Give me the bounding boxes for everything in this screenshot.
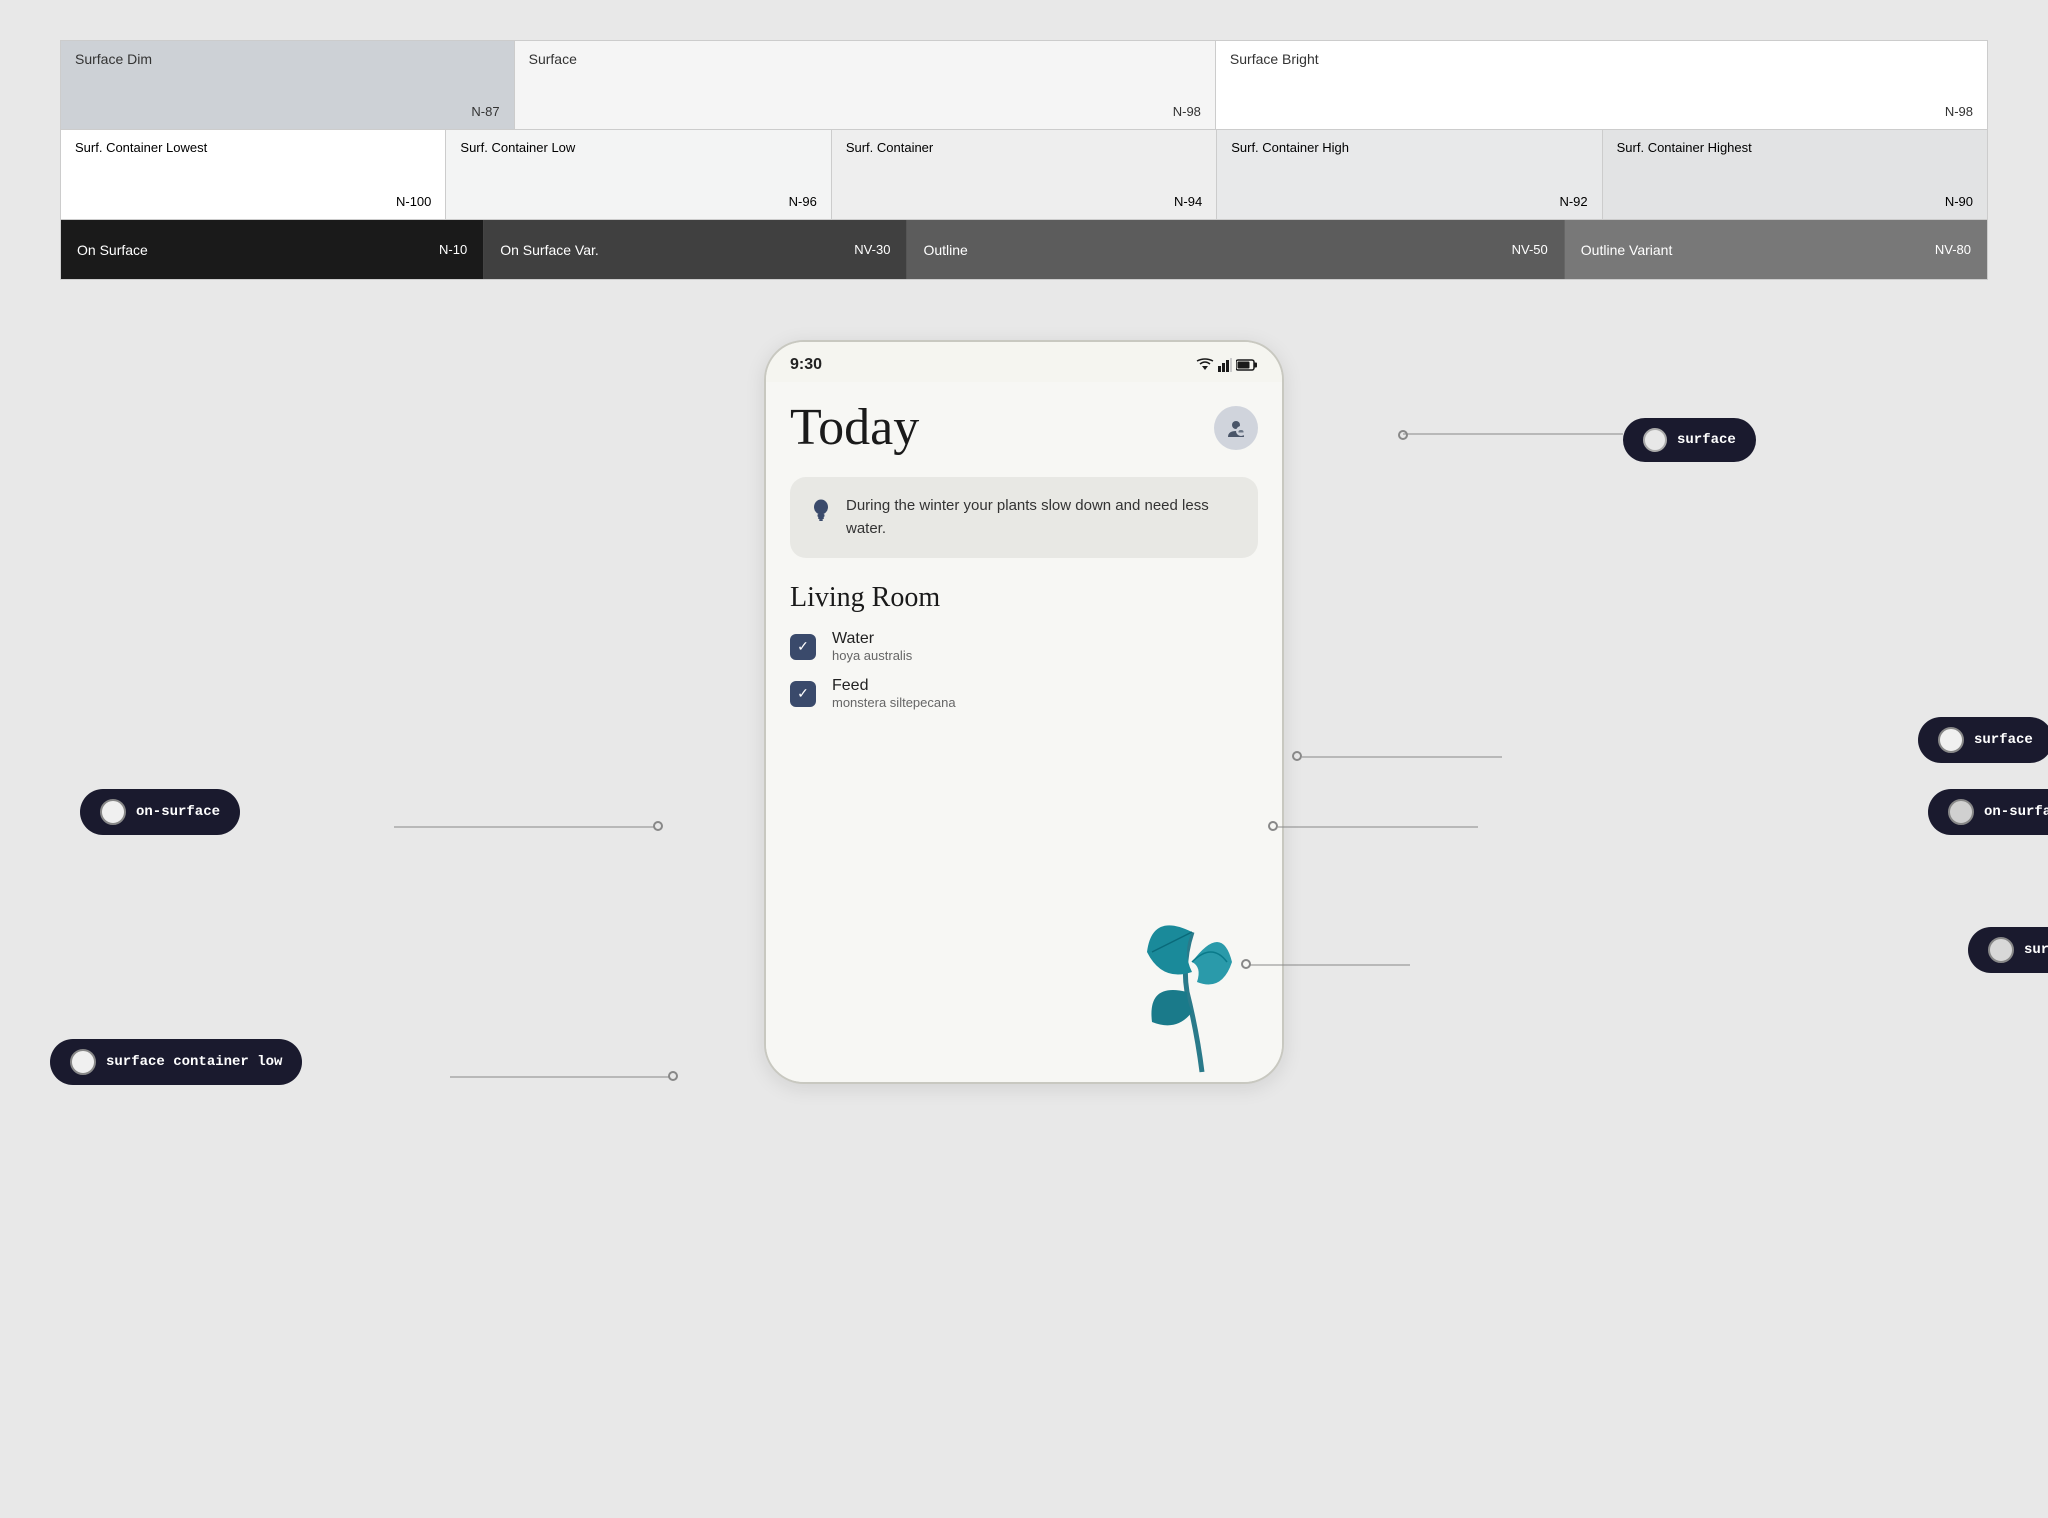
annotation-dot-surface [1398,430,1408,440]
phone-header: Today [790,398,1258,457]
bulb-svg [810,497,832,523]
task-item-feed: ✓ Feed monstera siltepecana [790,677,1258,710]
annotation-on-surface-variant: on-surface variant [1928,789,2048,835]
swatch-surface: Surface N-98 [515,41,1216,129]
task-checkbox-feed[interactable]: ✓ [790,681,816,707]
dot-surface-container-low [668,1071,678,1081]
swatch-surface-dim: Surface Dim N-87 [61,41,515,129]
swatch-surface-bright: Surface Bright N-98 [1216,41,1987,129]
wifi-icon [1196,358,1214,372]
battery-icon [1236,359,1258,371]
color-swatches-section: Surface Dim N-87 Surface N-98 Surface Br… [60,40,1988,280]
phone-mockup: 9:30 [764,340,1284,1084]
swatch-cont-high: Surf. Container High N-92 [1217,130,1602,219]
swatch-cont-low: Surf. Container Low N-96 [446,130,831,219]
swatch-row-2: Surf. Container Lowest N-100 Surf. Conta… [60,130,1988,220]
swatch-cont-lowest: Surf. Container Lowest N-100 [61,130,446,219]
annotation-on-surface: on-surface [80,789,240,835]
phone-content: Today [766,382,1282,1082]
annotation-surface-container-low: surface container low [50,1039,302,1085]
annotation-line-surface [1403,433,1623,435]
phone-area: 9:30 [0,320,2048,1518]
info-text: During the winter your plants slow down … [846,495,1238,540]
avatar-button[interactable] [1214,406,1258,450]
task-list: ✓ Water hoya australis ✓ Feed monstera s… [790,630,1258,710]
swatch-outline-var: Outline Variant NV-80 [1565,220,1987,279]
status-icons [1196,358,1258,372]
line-on-surface [394,826,654,828]
task-item-water: ✓ Water hoya australis [790,630,1258,663]
annotation-circle-surface [1643,428,1667,452]
annotation-surface-container-high: surface container high [1968,927,2048,973]
circle-surface [1938,727,1964,753]
person-icon [1225,417,1247,439]
dot-on-surface [653,821,663,831]
annotation-label-surface: surface [1623,418,1756,462]
dot-surface-container-high [1241,959,1251,969]
task-checkbox-water[interactable]: ✓ [790,634,816,660]
annotation-surface: surface [1918,717,2048,763]
swatch-row-1: Surface Dim N-87 Surface N-98 Surface Br… [60,40,1988,130]
line-on-surface-variant [1278,826,1478,828]
signal-icon [1218,358,1232,372]
dot-on-surface-variant [1268,821,1278,831]
line-surface-container-low [450,1076,670,1078]
swatch-cont: Surf. Container N-94 [832,130,1217,219]
info-card: During the winter your plants slow down … [790,477,1258,558]
section-title: Living Room [790,582,1258,614]
swatch-on-surface: On Surface N-10 [61,220,484,279]
lightbulb-icon [810,497,832,529]
plant-illustration [1132,902,1272,1082]
status-bar: 9:30 [766,342,1282,382]
swatch-outline: Outline NV-50 [907,220,1564,279]
line-surface-container-high [1250,964,1410,966]
swatch-row-3: On Surface N-10 On Surface Var. NV-30 Ou… [60,220,1988,280]
dot-surface [1292,751,1302,761]
phone-body: 9:30 [764,340,1284,1084]
circle-surface-container-low [70,1049,96,1075]
circle-on-surface-variant [1948,799,1974,825]
swatch-cont-highest: Surf. Container Highest N-90 [1603,130,1987,219]
task-text-water: Water hoya australis [832,630,912,663]
circle-surface-container-high [1988,937,2014,963]
swatch-on-surface-var: On Surface Var. NV-30 [484,220,907,279]
line-surface [1302,756,1502,758]
task-text-feed: Feed monstera siltepecana [832,677,956,710]
circle-on-surface [100,799,126,825]
plant-svg [1132,902,1272,1082]
